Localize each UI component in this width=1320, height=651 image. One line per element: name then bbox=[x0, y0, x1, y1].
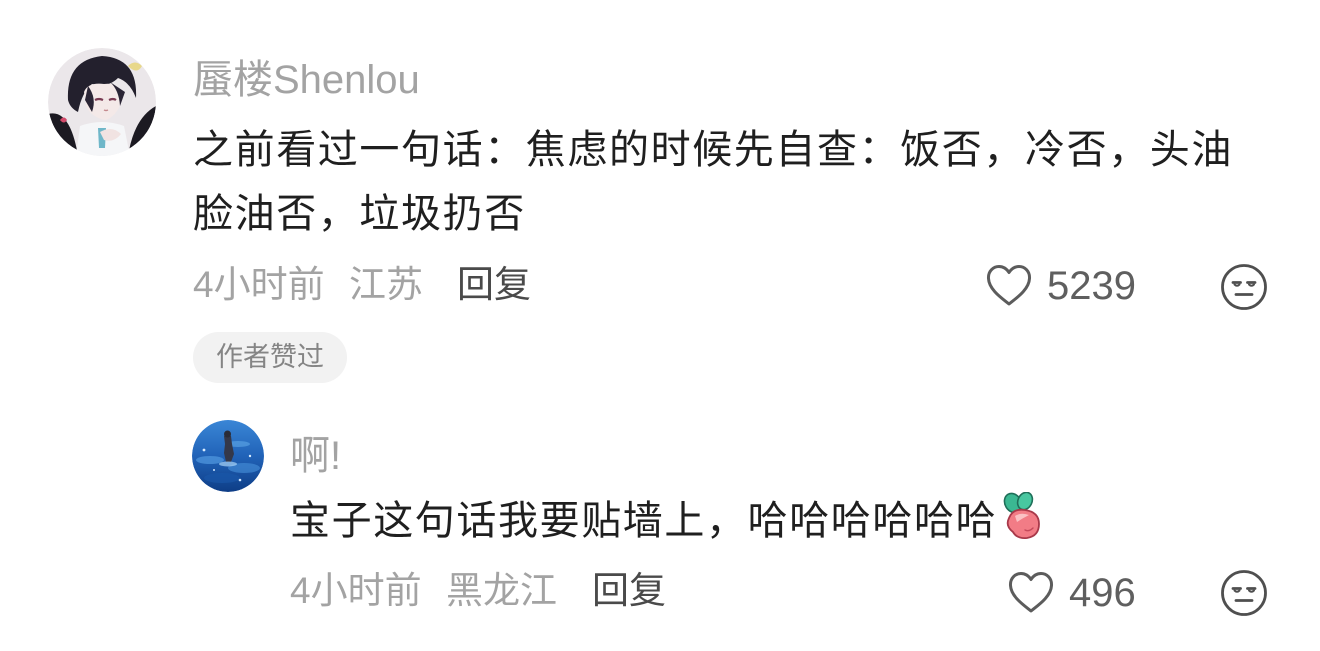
reply-comment-text: 宝子这句话我要贴墙上，哈哈哈哈哈哈 bbox=[290, 499, 998, 543]
heart-outline-icon[interactable] bbox=[1007, 571, 1055, 615]
meh-face-icon[interactable] bbox=[1220, 263, 1268, 311]
heart-outline-icon[interactable] bbox=[985, 264, 1033, 308]
anime-avatar-image bbox=[48, 48, 156, 156]
main-comment-like-count: 5239 bbox=[1047, 264, 1136, 308]
reply-comment-reply-button[interactable]: 回复 bbox=[592, 568, 666, 614]
main-comment-dislike-button[interactable] bbox=[1220, 263, 1268, 311]
ocean-avatar-image bbox=[192, 420, 264, 492]
reply-comment-body: 宝子这句话我要贴墙上，哈哈哈哈哈哈 bbox=[290, 489, 1045, 553]
main-comment-avatar[interactable] bbox=[48, 48, 156, 156]
main-comment-like-button[interactable]: 5239 bbox=[985, 262, 1136, 310]
main-comment-location: 江苏 bbox=[349, 264, 423, 305]
radish-sticker-icon bbox=[999, 492, 1045, 542]
main-comment-reply-button[interactable]: 回复 bbox=[457, 262, 531, 308]
main-comment-text: 之前看过一句话：焦虑的时候先自查：饭否，冷否，头油脸油否，垃圾扔否 bbox=[193, 128, 1233, 236]
main-comment-username[interactable]: 蜃楼Shenlou bbox=[193, 54, 420, 106]
reply-comment-dislike-button[interactable] bbox=[1220, 569, 1268, 617]
reply-comment-avatar[interactable] bbox=[192, 420, 264, 492]
reply-comment-username[interactable]: 啊! bbox=[290, 430, 341, 482]
reply-comment-like-count: 496 bbox=[1069, 571, 1136, 615]
reply-comment-like-button[interactable]: 496 bbox=[1007, 569, 1136, 617]
author-liked-badge: 作者赞过 bbox=[193, 332, 347, 383]
main-comment-time: 4小时前 bbox=[193, 264, 325, 305]
meh-face-icon[interactable] bbox=[1220, 569, 1268, 617]
reply-comment-time: 4小时前 bbox=[290, 570, 422, 611]
reply-comment-location: 黑龙江 bbox=[446, 570, 557, 611]
